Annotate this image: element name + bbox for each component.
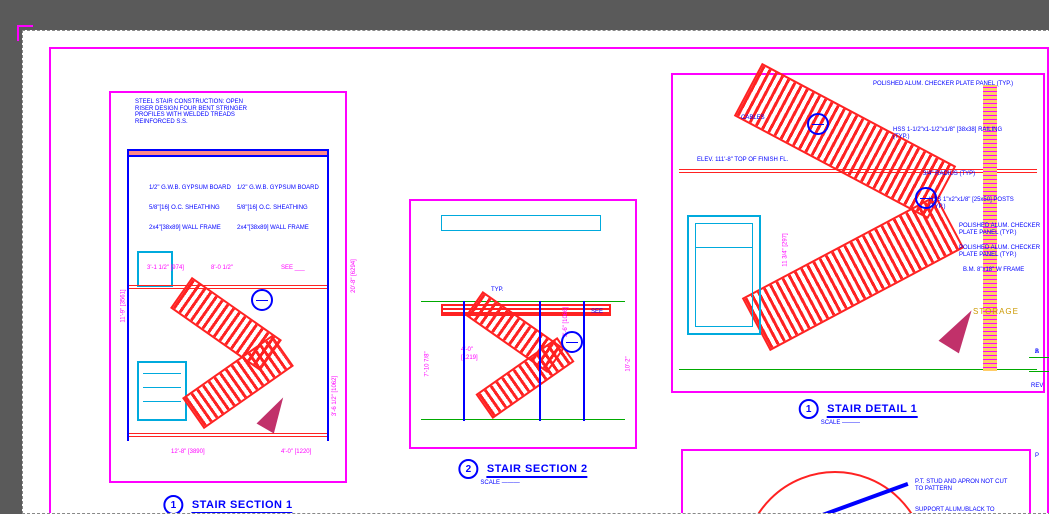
dim: 11 3/4" [297]	[783, 233, 789, 266]
elev-label: ELEV. 111'-8" TOP OF FINISH FL.	[697, 157, 788, 164]
title-number: 2	[458, 459, 478, 479]
floor-line	[421, 301, 625, 302]
shelving	[137, 361, 187, 421]
label: 1/2" G.W.B. GYPSUM BOARD	[149, 185, 231, 192]
stair-down	[742, 195, 964, 351]
dim: 12'-8" [3890]	[171, 449, 205, 455]
construction-notes: STEEL STAIR CONSTRUCTION: OPEN RISER DES…	[135, 99, 255, 125]
title-text: STAIR DETAIL 1	[827, 403, 917, 418]
pointer-arrow-icon	[257, 392, 292, 433]
opening	[687, 215, 761, 335]
post	[583, 301, 585, 421]
viewport-detail-partial: P.T. STUD AND APRON NOT CUT TO PATTERN S…	[681, 449, 1031, 513]
label: CABLES	[741, 115, 765, 122]
titleblock-edge: B A REV P	[1029, 349, 1049, 513]
tb: P	[1035, 453, 1039, 460]
label: 5/8"[16] O.C. SHEATHING	[149, 205, 220, 212]
floor-lower	[129, 433, 327, 437]
label: HSS 1-1/2"x1-1/2"x1/8" [38x38] RAILING (…	[893, 127, 1013, 140]
label: HSS 1"x2"x1/8" [25x50] POSTS (TYP.)	[929, 197, 1029, 210]
post	[539, 301, 541, 421]
viewport-1-title: 1 STAIR SECTION 1 SCALE ———	[163, 495, 292, 513]
dim: 10'-2"	[626, 356, 632, 371]
label: 2x4"[38x89] WALL FRAME	[237, 225, 309, 232]
label: 2x4"[38x89] WALL FRAME	[149, 225, 221, 232]
dim: 7'-10 7/8"	[425, 351, 431, 376]
detail-callout	[915, 187, 937, 209]
post	[463, 301, 465, 421]
section-callout	[561, 331, 583, 353]
label: SEE	[591, 309, 603, 316]
label: POLISHED ALUM. CHECKER PLATE PANEL (TYP.…	[873, 81, 1013, 88]
tb: A	[1035, 349, 1039, 356]
roof	[441, 215, 601, 231]
label: POLISHED ALUM. CHECKER PLATE PANEL (TYP.…	[959, 223, 1045, 236]
header-beam	[127, 149, 329, 157]
label: 5/8"[16] O.C. SHEATHING	[237, 205, 308, 212]
dim: 8'-0 1/2"	[211, 265, 233, 271]
dim: 3'-6 1/2" [1062]	[332, 376, 338, 416]
viewport-stair-section-1: STEEL STAIR CONSTRUCTION: OPEN RISER DES…	[109, 91, 347, 483]
label: 3/4" RADIUS (TYP)	[923, 171, 975, 178]
ground-line	[421, 419, 625, 420]
dim: 3'-1 1/2" [974]	[147, 265, 184, 271]
title-number: 1	[163, 495, 183, 513]
viewport-3-title: 1 STAIR DETAIL 1 SCALE ———	[799, 399, 918, 426]
label: B.M. 8"x18" W FRAME	[963, 267, 1024, 274]
dim: 4'-0" [1220]	[281, 449, 311, 455]
dim: SEE ___	[281, 265, 305, 271]
label: 1/2" G.W.B. GYPSUM BOARD	[237, 185, 319, 192]
tb: REV	[1031, 383, 1043, 390]
page-border: STEEL STAIR CONSTRUCTION: OPEN RISER DES…	[49, 47, 1049, 513]
viewport-2-title: 2 STAIR SECTION 2 SCALE ———	[458, 459, 587, 486]
label: P.T. STUD AND APRON NOT CUT TO PATTERN	[915, 479, 1015, 492]
circle-detail	[743, 471, 927, 513]
title-scale: SCALE ———	[480, 480, 587, 486]
detail-callout	[807, 113, 829, 135]
dim: 20'-8" [6294]	[351, 259, 357, 293]
title-scale: SCALE ———	[821, 420, 918, 426]
label: POLISHED ALUM. CHECKER PLATE PANEL (TYP.…	[959, 245, 1045, 258]
title-number: 1	[799, 399, 819, 419]
sheet: STEEL STAIR CONSTRUCTION: OPEN RISER DES…	[22, 30, 1049, 514]
floor-upper	[129, 285, 327, 289]
label: TYP.	[491, 287, 504, 294]
viewport-stair-detail-1: STORAGE POLISHED ALUM. CHECKER PLATE PAN…	[671, 73, 1045, 393]
viewport-stair-section-2: 7'-10 7/8" 10'-2" 4'-0" [1219] 3'-6" [10…	[409, 199, 637, 449]
section-callout	[251, 289, 273, 311]
title-text: STAIR SECTION 1	[192, 499, 293, 513]
wall-right	[327, 149, 329, 441]
dim: 11'-9" [3561]	[121, 289, 127, 322]
title-text: STAIR SECTION 2	[487, 463, 588, 478]
wall-left	[127, 149, 129, 441]
label: SUPPORT ALUM./BLACK TO SHAFT	[915, 507, 1015, 513]
